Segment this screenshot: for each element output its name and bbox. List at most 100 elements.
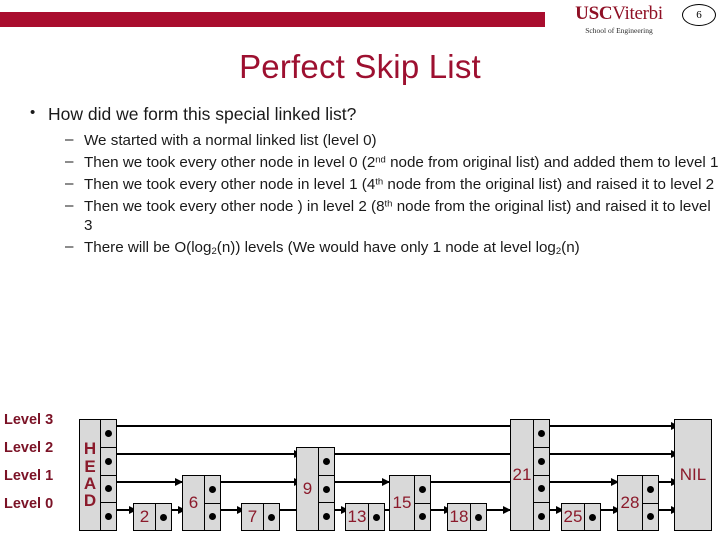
pointer-cell-l1: [319, 476, 334, 504]
pointer-cell-l0: [369, 504, 384, 530]
dash-icon: –: [65, 130, 74, 148]
pointer-cell-l0: [643, 504, 658, 531]
list-item: – There will be O(log2(n)) levels (We wo…: [65, 237, 720, 258]
pointer-cell-l3: [101, 420, 116, 448]
node-head[interactable]: H E A D: [79, 419, 117, 531]
pointer-arrow-l2-9-21: [327, 450, 519, 459]
pointer-cell-l1: [205, 476, 220, 504]
dash-icon: –: [65, 237, 74, 255]
node-18-pointers: [470, 504, 486, 530]
node-25[interactable]: 25: [561, 503, 601, 531]
header-accent-bar: [0, 12, 545, 27]
list-item: – Then we took every other node in level…: [65, 174, 720, 194]
bullet-dot-icon: •: [30, 104, 36, 121]
pointer-cell-l0: [156, 504, 171, 530]
node-21[interactable]: 21: [510, 419, 550, 531]
bullet-main: • How did we form this special linked li…: [28, 104, 720, 125]
node-nil-value: NIL: [679, 465, 707, 484]
skip-list-diagram: Level 3 Level 2 Level 1 Level 0 H E A D: [0, 400, 720, 540]
page-title: Perfect Skip List: [239, 48, 481, 85]
logo-wordmark: USCViterbi: [558, 4, 680, 23]
node-13-value: 13: [347, 507, 367, 526]
node-28[interactable]: 28: [617, 475, 659, 531]
list-item-text-cont: node from the original list) and raised …: [383, 175, 715, 193]
level-label-0: Level 0: [4, 496, 54, 512]
pointer-cell-l0: [319, 503, 334, 530]
node-head-value: H E A D: [80, 420, 100, 530]
dash-icon: –: [65, 196, 74, 214]
node-head-letter-e: E: [84, 456, 96, 476]
bullet-list: • How did we form this special linked li…: [0, 104, 720, 261]
list-item: – We started with a normal linked list (…: [65, 130, 720, 150]
list-item-text: Then we took every other node ) in level…: [84, 197, 385, 215]
pointer-cell-l0: [471, 504, 486, 530]
node-25-pointers: [584, 504, 600, 530]
pointer-cell-l0: [585, 504, 600, 530]
list-item-text: Then we took every other node in level 1…: [84, 175, 376, 193]
pointer-cell-l2: [319, 448, 334, 476]
pointer-cell-l0: [415, 504, 430, 531]
ordinal-suffix: th: [375, 176, 384, 188]
pointer-arrow-l3-21-nil: [541, 422, 679, 431]
dash-icon: –: [65, 152, 74, 170]
pointer-arrow-l0-18-21: [483, 506, 511, 515]
node-13[interactable]: 13: [345, 503, 385, 531]
pointer-arrow-l2-head-9: [108, 450, 302, 459]
node-28-value: 28: [620, 493, 640, 512]
level-label-1: Level 1: [4, 468, 54, 484]
node-21-value: 21: [512, 465, 532, 484]
pointer-cell-l2: [534, 448, 549, 476]
pointer-cell-l1: [534, 476, 549, 504]
node-2-pointers: [155, 504, 171, 530]
pointer-arrow-l3-head-21: [108, 422, 519, 431]
node-6[interactable]: 6: [182, 475, 221, 531]
node-7-pointers: [263, 504, 279, 530]
node-9-value: 9: [302, 479, 313, 498]
node-7-value: 7: [247, 507, 258, 526]
list-item-text-cont: node from original list) and added them …: [385, 153, 719, 171]
node-15[interactable]: 15: [389, 475, 431, 531]
node-18-value: 18: [449, 507, 469, 526]
node-15-pointers: [414, 476, 430, 530]
pointer-arrow-l1-head-6: [108, 478, 183, 487]
pointer-cell-l0: [205, 504, 220, 531]
pointer-cell-l2: [101, 448, 116, 476]
node-head-letter-d: D: [83, 491, 97, 511]
usc-viterbi-logo: USCViterbi School of Engineering: [558, 4, 680, 44]
pointer-arrow-l1-21-28: [541, 478, 619, 487]
pointer-cell-l1: [643, 476, 658, 504]
node-9-pointers: [318, 448, 334, 530]
node-13-pointers: [368, 504, 384, 530]
node-25-value: 25: [563, 507, 583, 526]
node-2-value: 2: [139, 507, 150, 526]
pointer-arrow-l1-15-21: [429, 478, 519, 487]
pointer-cell-l3: [534, 420, 549, 448]
slide-number-badge: 6: [682, 4, 716, 26]
pointer-arrow-l1-9-15: [327, 478, 390, 487]
dash-icon: –: [65, 174, 74, 192]
node-28-pointers: [642, 476, 658, 530]
logo-subtitle: School of Engineering: [585, 26, 653, 35]
level-label-3: Level 3: [4, 412, 54, 428]
ordinal-suffix: nd: [375, 154, 386, 166]
list-item: – Then we took every other node in level…: [65, 152, 720, 172]
node-head-letter-h: H: [83, 439, 97, 459]
node-nil[interactable]: NIL: [674, 419, 712, 531]
list-item-text-end: (n): [561, 238, 580, 256]
node-15-value: 15: [392, 493, 412, 512]
list-item: – Then we took every other node ) in lev…: [65, 196, 720, 236]
pointer-cell-l0: [101, 503, 116, 530]
level-label-2: Level 2: [4, 440, 54, 456]
pointer-arrow-l1-6-9: [219, 478, 302, 487]
list-item-text-cont: (n)) levels (We would have only 1 node a…: [216, 238, 556, 256]
node-7[interactable]: 7: [241, 503, 280, 531]
node-6-pointers: [204, 476, 220, 530]
pointer-cell-l1: [101, 476, 116, 504]
pointer-cell-l0: [534, 503, 549, 530]
node-head-letter-a: A: [83, 474, 97, 493]
logo-usc-text: USC: [575, 3, 613, 24]
node-18[interactable]: 18: [447, 503, 487, 531]
node-2[interactable]: 2: [133, 503, 172, 531]
node-9[interactable]: 9: [296, 447, 335, 531]
node-21-pointers: [533, 420, 549, 530]
